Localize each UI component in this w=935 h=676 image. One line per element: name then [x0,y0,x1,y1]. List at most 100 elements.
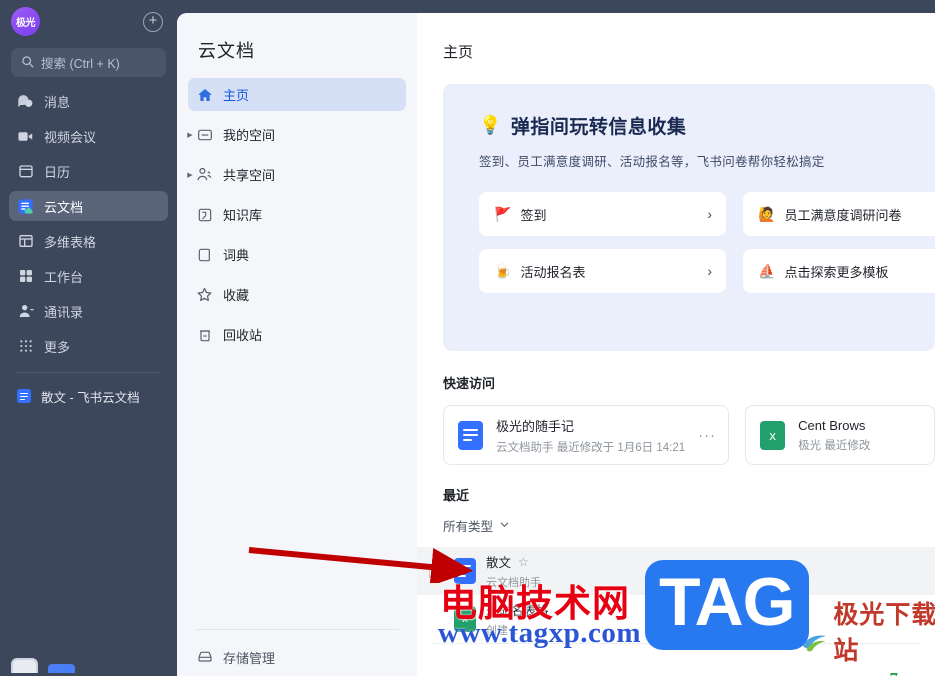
main-panel: 云文档 主页 ▶ 我的空间 ▶ 共享空间 知识库 词典 收藏 回收站 存储管理 … [177,13,935,676]
cloud-doc-icon [17,198,34,215]
sidebar-item-favorites[interactable]: 收藏 [188,278,406,311]
rail-item-more[interactable]: 更多 [9,331,168,361]
rail-item-messages[interactable]: 消息 [9,86,168,116]
quick-access-text: 极光的随手记 云文档助手 最近修改于 1月6日 14:21 [496,416,685,455]
quick-access-text: Cent Brows 极光 最近修改 [798,418,922,453]
sidebar-item-label: 主页 [223,88,250,103]
search-icon [21,55,34,71]
sheet-file-icon: x [454,606,476,632]
window-shape-icon [11,658,38,673]
rail-footer-icons [11,658,75,673]
sidebar-item-label: 知识库 [223,208,263,223]
recent-row[interactable]: x 未命名表格 创建 1 [417,595,935,643]
quick-access-meta: 极光 最近修改 [798,439,871,452]
promo-card-label: 活动报名表 [520,264,586,280]
promo-card-satisfaction-survey[interactable]: 🙋 员工满意度调研问卷 › [743,192,935,236]
beer-icon: 🍺 [494,262,512,279]
content-area: 主页 💡 弹指间玩转信息收集 签到、员工满意度调研、活动报名等，飞书问卷帮你轻松… [417,13,935,676]
chevron-down-icon [499,519,510,532]
doc-file-icon [458,420,483,450]
more-options-icon[interactable]: ··· [698,427,716,444]
sidebar-item-label: 词典 [223,248,250,263]
recent-type-filter[interactable]: 所有类型 [443,516,510,535]
rail-item-label: 工作台 [44,269,84,285]
rail-nav-list: 消息 视频会议 日历 云文档 多维表格 工作台 通讯录 更多 [0,86,177,361]
rail-item-label: 消息 [44,94,71,110]
row-checkbox[interactable] [429,563,444,579]
rail-item-label: 视频会议 [44,129,97,145]
recent-row-name: 散文 [486,556,512,570]
rail-item-workplace[interactable]: 工作台 [9,261,168,291]
rail-item-label: 通讯录 [44,304,84,320]
rail-open-document[interactable]: 散文 - 飞书云文档 [9,383,168,409]
document-icon [17,389,31,403]
rail-item-label: 更多 [44,339,71,355]
sidebar-item-label: 收藏 [223,288,250,303]
person-raising-hand-icon: 🙋 [758,205,776,222]
recent-list: 散文 ☆ 云文档助手 x 未命名表格 创建 1 [417,547,935,644]
rail-item-video-meeting[interactable]: 视频会议 [9,121,168,151]
plus-icon[interactable]: + [143,11,163,32]
quick-access-card[interactable]: 极光的随手记 云文档助手 最近修改于 1月6日 14:21 ··· [443,405,730,465]
promo-card-label: 点击探索更多模板 [784,264,889,280]
quick-access-name: Cent Brows [798,417,866,433]
sidebar-item-my-space[interactable]: ▶ 我的空间 [187,118,406,151]
docs-sidebar-title: 云文档 [198,41,255,61]
trash-icon [196,327,213,343]
folder-icon [196,127,213,143]
calendar-icon [17,163,34,180]
sidebar-item-trash[interactable]: 回收站 [188,318,406,351]
avatar[interactable]: 极光 [11,7,40,36]
sidebar-item-home[interactable]: 主页 [188,78,406,111]
sidebar-item-wiki[interactable]: 知识库 [188,198,406,231]
promo-card-checkin[interactable]: 🚩 签到 › [479,192,726,236]
quick-access-row: 极光的随手记 云文档助手 最近修改于 1月6日 14:21 ··· x Cent… [443,405,935,465]
contacts-icon [17,303,34,320]
promo-card-explore-templates[interactable]: ⛵ 点击探索更多模板 › [743,249,935,293]
grid-apps-icon [17,268,34,285]
promo-card-label: 签到 [520,207,547,223]
promo-banner-heading-row: 💡 弹指间玩转信息收集 [479,112,935,139]
recent-row-name: 未命名表格 [486,604,549,618]
doc-file-icon [454,558,476,584]
sidebar-item-storage[interactable]: 存储管理 [188,642,275,672]
recent-row[interactable]: 散文 ☆ 云文档助手 [417,547,935,595]
sidebar-item-label: 存储管理 [223,650,276,666]
chevron-right-icon[interactable]: ▶ [184,131,196,139]
promo-banner-subheading: 签到、员工满意度调研、活动报名等，飞书问卷帮你轻松搞定 [479,155,825,169]
rail-open-document-label: 散文 - 飞书云文档 [41,390,140,405]
lightbulb-icon: 💡 [479,115,502,135]
rail-item-calendar[interactable]: 日历 [9,156,168,186]
dictionary-icon [196,247,213,263]
boat-icon: ⛵ [758,262,776,279]
wiki-icon [196,207,213,223]
quick-access-name: 极光的随手记 [496,418,575,434]
chat-icon [17,93,34,110]
chevron-right-icon[interactable]: ▶ [184,171,196,179]
quick-access-heading: 快速访问 [443,376,496,391]
star-outline-icon[interactable]: ☆ [518,555,529,569]
search-input[interactable]: 搜索 (Ctrl + K) [11,48,166,77]
recent-row-name-wrap: 未命名表格 [486,600,549,619]
sheet-file-icon: x [760,420,786,450]
sidebar-item-label: 回收站 [223,328,263,343]
flag-icon: 🚩 [494,205,512,222]
sidebar-item-label: 我的空间 [223,128,276,143]
rail-item-cloud-docs[interactable]: 云文档 [9,191,168,221]
recent-row-name-wrap: 散文 ☆ [486,552,541,571]
rail-item-bitable[interactable]: 多维表格 [9,226,168,256]
rail-item-contacts[interactable]: 通讯录 [9,296,168,326]
promo-banner-heading: 弹指间玩转信息收集 [510,117,687,138]
sidebar-item-shared-space[interactable]: ▶ 共享空间 [187,158,406,191]
promo-banner: 💡 弹指间玩转信息收集 签到、员工满意度调研、活动报名等，飞书问卷帮你轻松搞定 … [443,84,935,351]
star-icon [196,286,213,303]
rail-item-label: 云文档 [44,199,84,215]
quick-access-card[interactable]: x Cent Brows 极光 最近修改 [745,405,935,465]
promo-card-grid: 🚩 签到 › 🙋 员工满意度调研问卷 › 🍺 活动报名表 › [479,192,935,293]
recent-row-meta: 云文档助手 [486,577,541,589]
rail-divider [17,372,160,373]
recent-row-meta: 创建 1 [486,625,518,637]
sidebar-item-dictionary[interactable]: 词典 [188,238,406,271]
home-icon [196,87,213,103]
promo-card-event-signup[interactable]: 🍺 活动报名表 › [479,249,726,293]
